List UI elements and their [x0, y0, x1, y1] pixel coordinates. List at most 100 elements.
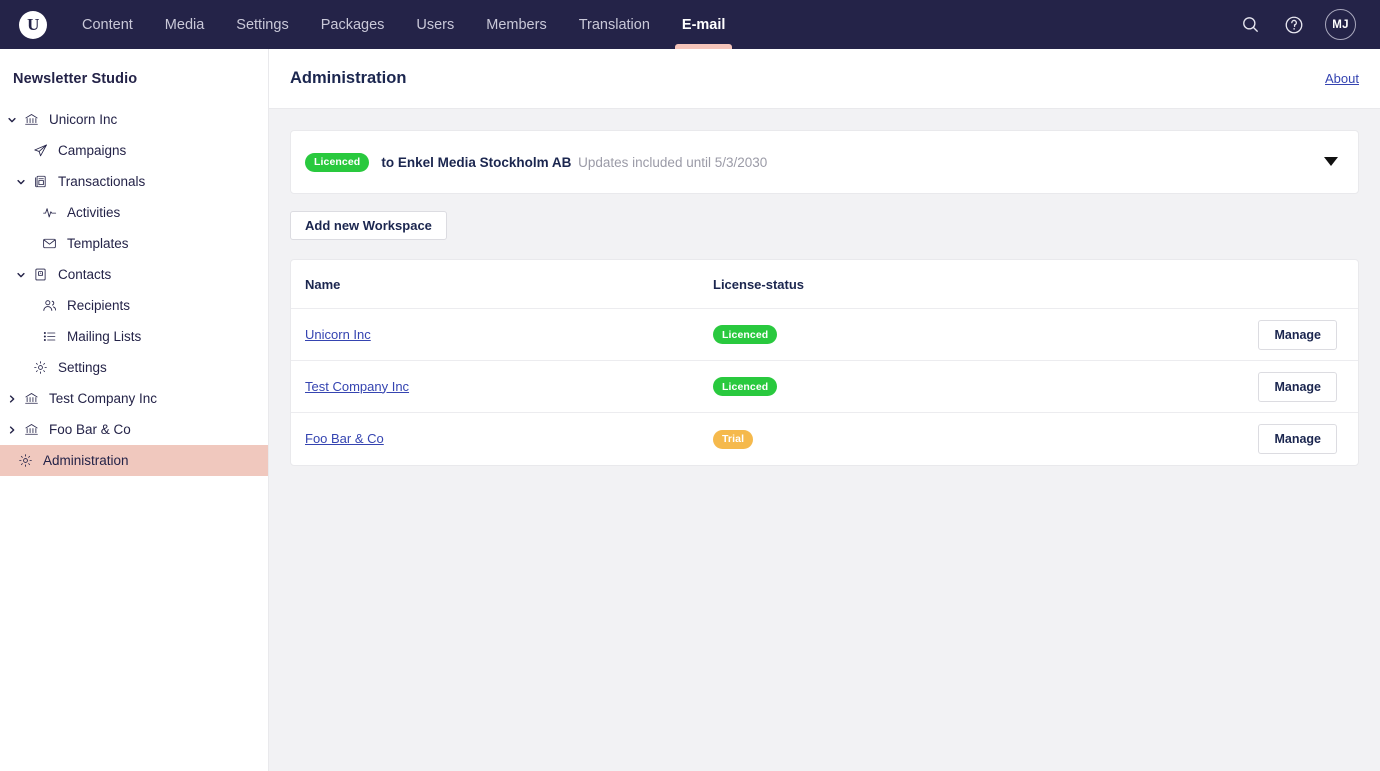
umbraco-logo[interactable]: U	[0, 0, 66, 49]
sidebar-item-label: Settings	[58, 360, 107, 375]
bank-icon	[23, 421, 40, 438]
column-header-action	[1039, 260, 1358, 309]
chevron-right-icon[interactable]	[5, 423, 19, 437]
cell-name: Unicorn Inc	[291, 308, 699, 361]
cell-action: Manage	[1039, 308, 1358, 361]
sidebar-item-contacts[interactable]: A Contacts	[0, 259, 268, 290]
nav-item-settings[interactable]: Settings	[220, 0, 304, 49]
sidebar-item-label: Foo Bar & Co	[49, 422, 131, 437]
logo-circle: U	[19, 10, 47, 39]
table-body: Unicorn Inc Licenced Manage Test Company In…	[291, 308, 1358, 465]
cell-action: Manage	[1039, 360, 1358, 413]
cell-action: Manage	[1039, 413, 1358, 465]
bank-icon	[23, 111, 40, 128]
nav-item-media[interactable]: Media	[149, 0, 221, 49]
table-row: Foo Bar & Co Trial Manage	[291, 413, 1358, 465]
cell-status: Trial	[699, 413, 1039, 465]
sidebar-item-label: Mailing Lists	[67, 329, 142, 344]
sidebar-item-label: Administration	[43, 453, 129, 468]
logo-letter: U	[27, 15, 39, 34]
paper-plane-icon	[32, 142, 49, 159]
nav-item-label: Translation	[578, 16, 650, 33]
table-header-row: Name License-status	[291, 260, 1358, 309]
workspace-link[interactable]: Test Company Inc	[305, 379, 409, 394]
svg-text:A: A	[39, 272, 42, 276]
nav-item-e-mail[interactable]: E-mail	[666, 0, 742, 49]
main-body: Licenced to Enkel Media Stockholm AB Upd…	[269, 109, 1380, 466]
license-owner-text: to Enkel Media Stockholm AB Updates incl…	[381, 155, 767, 170]
envelope-icon	[41, 235, 58, 252]
list-icon	[41, 328, 58, 345]
help-circle-icon[interactable]	[1281, 12, 1307, 38]
status-badge: Licenced	[713, 377, 778, 397]
sidebar: Newsletter Studio Unicorn Inc Campaigns Tr…	[0, 49, 269, 771]
workspace-link[interactable]: Unicorn Inc	[305, 327, 371, 342]
license-updates: Updates included until 5/3/2030	[578, 154, 768, 170]
sidebar-item-unicorn-inc[interactable]: Unicorn Inc	[0, 104, 268, 135]
sidebar-item-label: Recipients	[67, 298, 131, 313]
column-header-status: License-status	[699, 260, 1039, 309]
chevron-down-icon[interactable]	[14, 175, 28, 189]
gear-icon	[32, 359, 49, 376]
chevron-down-icon[interactable]	[5, 113, 19, 127]
address-book-icon: A	[32, 266, 49, 283]
gear-icon	[17, 452, 34, 469]
search-icon[interactable]	[1237, 12, 1263, 38]
document-icon	[32, 173, 49, 190]
status-badge: Licenced	[713, 325, 778, 345]
sidebar-item-label: Templates	[67, 236, 129, 251]
chevron-right-icon[interactable]	[5, 392, 19, 406]
table-head: Name License-status	[291, 260, 1358, 309]
main-header: Administration About	[269, 49, 1380, 109]
nav-item-label: Packages	[320, 16, 385, 33]
license-status-badge: Licenced	[305, 152, 370, 172]
sidebar-item-test-company-inc[interactable]: Test Company Inc	[0, 383, 268, 414]
avatar[interactable]: MJ	[1325, 9, 1356, 40]
sidebar-item-mailing-lists[interactable]: Mailing Lists	[0, 321, 268, 352]
nav-item-packages[interactable]: Packages	[305, 0, 401, 49]
about-link[interactable]: About	[1325, 71, 1359, 86]
sidebar-item-templates[interactable]: Templates	[0, 228, 268, 259]
nav-item-users[interactable]: Users	[400, 0, 470, 49]
column-header-name: Name	[291, 260, 699, 309]
sidebar-title: Newsletter Studio	[13, 71, 138, 87]
add-new-workspace-button[interactable]: Add new Workspace	[290, 211, 447, 240]
sidebar-item-label: Unicorn Inc	[49, 112, 118, 127]
sidebar-tree: Unicorn Inc Campaigns Transactionals Activi…	[0, 104, 268, 476]
manage-button[interactable]: Manage	[1258, 423, 1337, 454]
caret-down-icon[interactable]	[1322, 153, 1340, 171]
sidebar-item-campaigns[interactable]: Campaigns	[0, 135, 268, 166]
sidebar-item-transactionals[interactable]: Transactionals	[0, 166, 268, 197]
bank-icon	[23, 390, 40, 407]
manage-button[interactable]: Manage	[1258, 371, 1337, 402]
cell-name: Test Company Inc	[291, 360, 699, 413]
workspace-link[interactable]: Foo Bar & Co	[305, 431, 384, 446]
cell-name: Foo Bar & Co	[291, 413, 699, 465]
chevron-down-icon[interactable]	[14, 268, 28, 282]
nav-item-members[interactable]: Members	[470, 0, 562, 49]
license-banner: Licenced to Enkel Media Stockholm AB Upd…	[290, 130, 1359, 194]
sidebar-item-label: Campaigns	[58, 143, 127, 158]
sidebar-item-settings[interactable]: Settings	[0, 352, 268, 383]
sidebar-item-label: Contacts	[58, 267, 112, 282]
users-icon	[41, 297, 58, 314]
topbar-right-actions: MJ	[1237, 9, 1380, 40]
cell-status: Licenced	[699, 308, 1039, 361]
workspaces-table-card: Name License-status Unicorn Inc Licenced M…	[290, 259, 1359, 466]
sidebar-item-activities[interactable]: Activities	[0, 197, 268, 228]
pulse-icon	[41, 204, 58, 221]
nav-item-label: Settings	[236, 16, 289, 33]
nav-item-label: Members	[486, 16, 547, 33]
top-navigation-bar: U Content Media Settings Packages Users Membe…	[0, 0, 1380, 49]
nav-item-translation[interactable]: Translation	[563, 0, 666, 49]
page-title: Administration	[290, 69, 407, 87]
sidebar-item-recipients[interactable]: Recipients	[0, 290, 268, 321]
workspaces-table: Name License-status Unicorn Inc Licenced M…	[291, 260, 1358, 465]
nav-item-content[interactable]: Content	[66, 0, 149, 49]
nav-item-label: Users	[416, 16, 455, 33]
sidebar-item-label: Test Company Inc	[49, 391, 158, 406]
sidebar-item-foo-bar-co[interactable]: Foo Bar & Co	[0, 414, 268, 445]
manage-button[interactable]: Manage	[1258, 319, 1337, 350]
cell-status: Licenced	[699, 360, 1039, 413]
sidebar-item-administration[interactable]: Administration	[0, 445, 268, 476]
